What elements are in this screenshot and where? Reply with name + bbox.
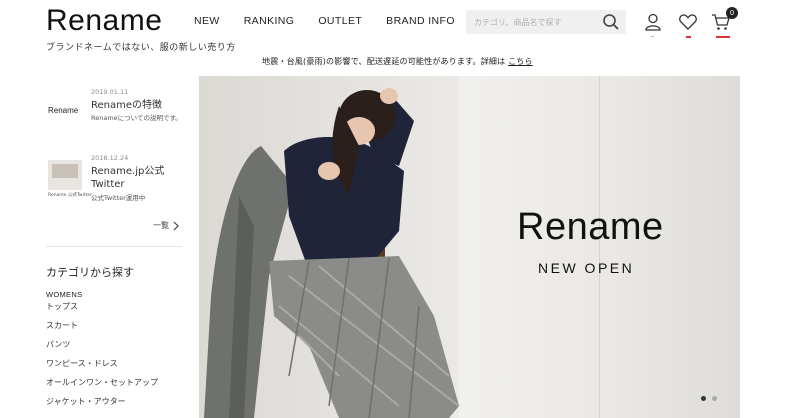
hero-model-photo (204, 88, 460, 418)
category-list: トップス スカート パンツ ワンピース・ドレス オールインワン・セットアップ ジ… (46, 301, 158, 415)
heart-icon[interactable] (678, 12, 698, 32)
category-heading: カテゴリから探す (46, 266, 134, 279)
post-title[interactable]: Rename.jp公式Twitter (91, 165, 183, 191)
carousel-dots (701, 396, 717, 401)
hero-title: Rename (517, 206, 664, 248)
site-logo[interactable]: Rename (46, 4, 162, 38)
search-icon[interactable] (602, 13, 620, 31)
post-description: Renameについての説明です。 (91, 114, 182, 122)
user-indicator (651, 36, 654, 37)
search-input[interactable] (466, 10, 596, 35)
post-thumbnail-logo: Rename (48, 106, 79, 115)
view-all-link[interactable]: 一覧 (153, 220, 180, 231)
notice-text: 地震・台風(豪雨)の影響で、配送遅延の可能性があります。詳細は (262, 57, 506, 66)
notice-link[interactable]: こちら (508, 57, 533, 66)
search-box (466, 10, 626, 35)
main-nav: NEW RANKING OUTLET BRAND INFO (194, 15, 479, 27)
post-title[interactable]: Renameの特徴 (91, 99, 183, 112)
hero-subtitle: NEW OPEN (538, 260, 635, 276)
post-thumbnail-caption: Rename 公式Twitter (48, 193, 92, 198)
category-item[interactable]: スカート (46, 320, 158, 339)
category-item[interactable]: オールインワン・セットアップ (46, 377, 158, 396)
nav-ranking[interactable]: RANKING (244, 15, 295, 27)
shipping-notice: 地震・台風(豪雨)の影響で、配送遅延の可能性があります。詳細は こちら (262, 56, 533, 67)
post-date: 2018.12.24 (91, 154, 129, 162)
site-tagline: ブランドネームではない、服の新しい売り方 (46, 43, 236, 53)
view-all-label: 一覧 (153, 221, 169, 230)
category-item[interactable]: ジャケット・アウター (46, 396, 158, 415)
carousel-dot[interactable] (712, 396, 717, 401)
favorite-indicator (686, 36, 691, 38)
category-group-label[interactable]: WOMENS (46, 290, 82, 299)
hero-banner[interactable]: Rename NEW OPEN (199, 76, 740, 418)
chevron-right-icon (173, 221, 179, 230)
carousel-dot[interactable] (701, 396, 706, 401)
post-thumbnail (48, 160, 82, 190)
category-item[interactable]: パンツ (46, 339, 158, 358)
cart-indicator (716, 36, 730, 38)
category-item[interactable]: トップス (46, 301, 158, 320)
category-item[interactable]: ワンピース・ドレス (46, 358, 158, 377)
cart-count-badge: 0 (726, 7, 738, 19)
nav-outlet[interactable]: OUTLET (318, 15, 362, 27)
nav-new[interactable]: NEW (194, 15, 220, 27)
post-description: 公式Twitter運用中 (91, 194, 146, 202)
user-icon[interactable] (643, 12, 663, 32)
sidebar-divider (46, 246, 182, 247)
post-date: 2019.01.11 (91, 88, 129, 96)
nav-brand-info[interactable]: BRAND INFO (386, 15, 455, 27)
